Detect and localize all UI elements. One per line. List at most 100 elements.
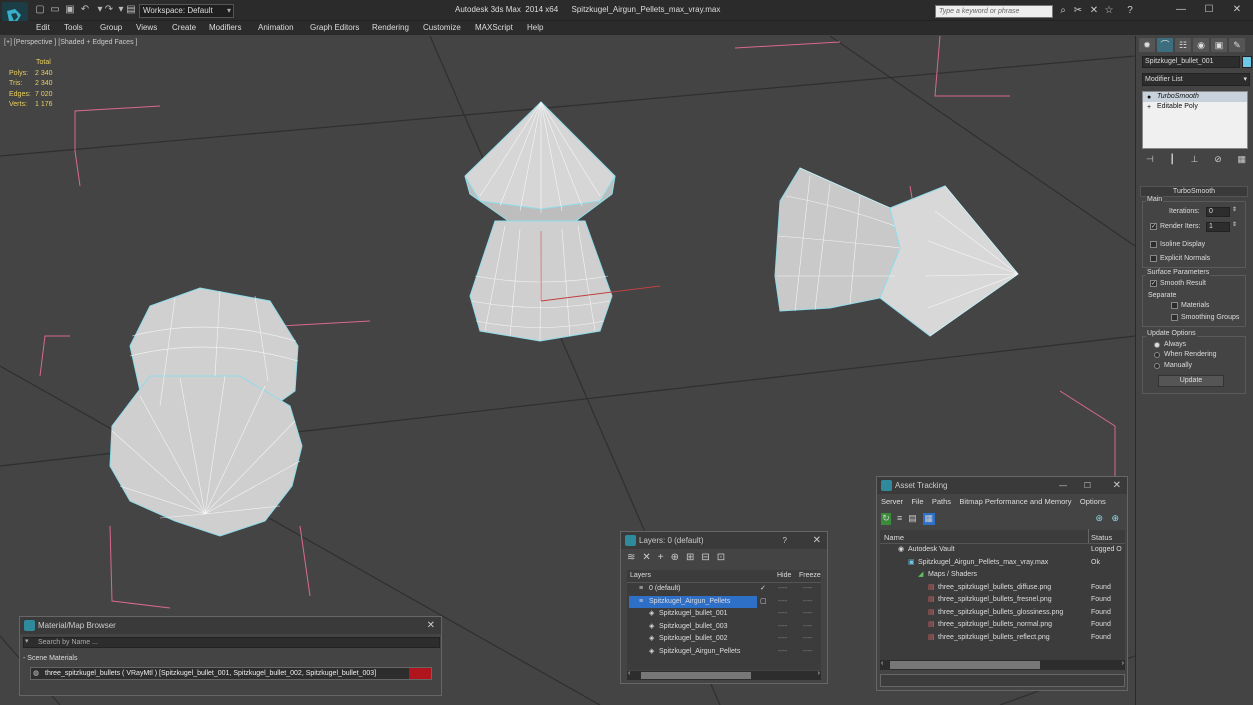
freeze-toggle[interactable]: ---- (803, 633, 812, 645)
asset-row[interactable]: ◢ Maps / Shaders (880, 569, 1125, 582)
render-iters-checkbox[interactable]: ✓ (1150, 223, 1157, 230)
asset-row[interactable]: ◉ Autodesk Vault Logged O (880, 544, 1125, 557)
layers-header[interactable]: Layers: 0 (default)? ✕ (621, 532, 827, 549)
asset-table[interactable]: Name Status ◉ Autodesk Vault Logged O ▣ Spi… (880, 529, 1125, 660)
add-selection-icon[interactable]: ⊕ (671, 552, 679, 566)
asset-hscrollbar[interactable]: ‹ › (880, 660, 1125, 670)
refresh-icon[interactable]: ↻ (881, 513, 891, 525)
tools-icon[interactable]: ✂ (1072, 5, 1084, 17)
freeze-toggle[interactable]: ---- (803, 621, 812, 633)
smoothing-groups-checkbox[interactable] (1171, 314, 1178, 321)
layer-row[interactable]: ≡ Spitzkugel_Airgun_Pellets ▢ ---- ---- (627, 595, 821, 609)
close-icon[interactable]: ✕ (427, 617, 435, 634)
freeze-toggle[interactable]: ---- (803, 646, 812, 658)
hide-toggle[interactable]: ---- (778, 583, 787, 595)
layer-row[interactable]: ◈ Spitzkugel_bullet_003 ---- ---- (627, 621, 821, 634)
minimize-button[interactable]: — (1173, 3, 1189, 17)
select-layer-icon[interactable]: ⊞ (686, 552, 694, 566)
always-radio[interactable] (1154, 342, 1160, 348)
iterations-spinner[interactable]: 0 (1206, 207, 1230, 217)
smooth-result-checkbox[interactable]: ✓ (1150, 280, 1157, 287)
spinner-arrows-icon[interactable]: ⇕ (1232, 221, 1237, 228)
new-file-icon[interactable]: ▢ (33, 3, 47, 17)
asset-tracking-header[interactable]: Asset Tracking — ☐ ✕ (877, 477, 1127, 494)
open-file-icon[interactable]: ▭ (48, 3, 62, 17)
hide-toggle[interactable]: ---- (778, 608, 787, 620)
hide-toggle[interactable]: ---- (778, 596, 787, 608)
add-layer-icon[interactable]: + (658, 552, 664, 566)
explicit-normals-checkbox[interactable] (1150, 255, 1157, 262)
object-name-field[interactable]: Spitzkugel_bullet_001 (1142, 56, 1240, 68)
hide-toggle[interactable]: ---- (778, 646, 787, 658)
asset-path-field[interactable] (880, 674, 1125, 687)
stack-item-editable-poly[interactable]: + Editable Poly (1143, 102, 1247, 112)
maximize-button[interactable]: ☐ (1084, 477, 1091, 494)
help-icon[interactable]: ? (783, 532, 787, 549)
update-button[interactable]: Update (1158, 375, 1224, 387)
asset-col-name[interactable]: Name (884, 533, 904, 542)
scrollbar-thumb[interactable] (641, 672, 751, 679)
menu-graph-editors[interactable]: Graph Editors (310, 21, 359, 35)
asset-row[interactable]: ▣ Spitzkugel_Airgun_Pellets_max_vray.max O… (880, 557, 1125, 570)
menu-rendering[interactable]: Rendering (372, 21, 409, 35)
menu-tools[interactable]: Tools (64, 21, 83, 35)
asset-row[interactable]: ▤ three_spitzkugel_bullets_glossiness.png… (880, 607, 1125, 620)
layers-hscrollbar[interactable]: ‹ › (627, 670, 821, 680)
workspace-dropdown[interactable]: Workspace: Default ▾ (139, 4, 234, 18)
modifier-stack[interactable]: ● TurboSmooth + Editable Poly (1142, 91, 1248, 149)
asset-row[interactable]: ▤ three_spitzkugel_bullets_reflect.png Fou… (880, 632, 1125, 645)
exchange-icon[interactable]: ✕ (1088, 5, 1100, 17)
menu-file[interactable]: File (911, 497, 923, 506)
close-icon[interactable]: ✕ (813, 532, 821, 549)
configure-sets-icon[interactable]: ▦ (1237, 154, 1246, 168)
utilities-tab-icon[interactable]: ✎ (1229, 38, 1245, 52)
scene-materials-header[interactable]: - Scene Materials (23, 655, 440, 662)
object-color-swatch[interactable] (1242, 56, 1252, 68)
current-layer-icon[interactable]: ▢ (760, 596, 767, 608)
vault-settings-icon[interactable]: ⊕ (1111, 513, 1119, 524)
viewport-label[interactable]: [+] [Perspective ] [Shaded + Edged Faces… (4, 39, 137, 46)
layers-list[interactable]: Layers Hide Freeze ≡ 0 (default) ✓ ---- ----… (627, 570, 821, 670)
delete-layer-icon[interactable]: ✕ (642, 552, 650, 566)
when-rendering-radio[interactable] (1154, 352, 1160, 358)
pellet-right-mesh[interactable] (774, 167, 1019, 337)
menu-animation[interactable]: Animation (258, 21, 294, 35)
hide-toggle[interactable]: ---- (778, 633, 787, 645)
hide-all-icon[interactable]: ⊡ (717, 552, 725, 566)
binoculars-icon[interactable]: ⌕ (1057, 5, 1069, 17)
scroll-right-icon[interactable]: › (818, 670, 820, 677)
show-end-result-icon[interactable]: ┃ (1170, 154, 1175, 168)
chevron-down-icon[interactable]: ▾ (25, 637, 29, 645)
expand-icon[interactable]: + (1147, 103, 1151, 113)
render-iters-spinner[interactable]: 1 (1206, 222, 1230, 232)
tree-view-icon[interactable]: ▤ (908, 513, 917, 525)
display-tab-icon[interactable]: ▣ (1211, 38, 1227, 52)
save-file-icon[interactable]: ▣ (63, 3, 77, 17)
close-button[interactable]: ✕ (1229, 3, 1245, 17)
layers-col-name[interactable]: Layers (630, 572, 651, 579)
modify-tab-icon[interactable]: ⌒ (1157, 38, 1173, 52)
motion-tab-icon[interactable]: ◉ (1193, 38, 1209, 52)
highlight-layer-icon[interactable]: ⊟ (701, 552, 709, 566)
material-search-input[interactable]: Search by Name ... (23, 637, 440, 648)
menu-server[interactable]: Server (881, 497, 903, 506)
menu-group[interactable]: Group (100, 21, 122, 35)
pellet-left-mesh[interactable] (109, 287, 303, 537)
layers-col-freeze[interactable]: Freeze (799, 572, 821, 579)
create-tab-icon[interactable]: ✹ (1139, 38, 1155, 52)
layer-row[interactable]: ◈ Spitzkugel_bullet_002 ---- ---- (627, 633, 821, 646)
asset-col-status[interactable]: Status (1091, 533, 1112, 542)
close-icon[interactable]: ✕ (1113, 477, 1121, 494)
hierarchy-tab-icon[interactable]: ☷ (1175, 38, 1191, 52)
table-view-icon[interactable]: ▦ (922, 513, 935, 525)
favorites-star-icon[interactable]: ☆ (1103, 5, 1115, 17)
manually-radio[interactable] (1154, 363, 1160, 369)
menu-edit[interactable]: Edit (36, 21, 50, 35)
menu-options[interactable]: Options (1080, 497, 1106, 506)
make-unique-icon[interactable]: ⊥ (1191, 154, 1199, 168)
menu-create[interactable]: Create (172, 21, 196, 35)
scroll-left-icon[interactable]: ‹ (881, 660, 883, 667)
spinner-arrows-icon[interactable]: ⇕ (1232, 206, 1237, 213)
vault-help-icon[interactable]: ⊛ (1095, 513, 1103, 524)
layers-col-hide[interactable]: Hide (777, 572, 791, 579)
